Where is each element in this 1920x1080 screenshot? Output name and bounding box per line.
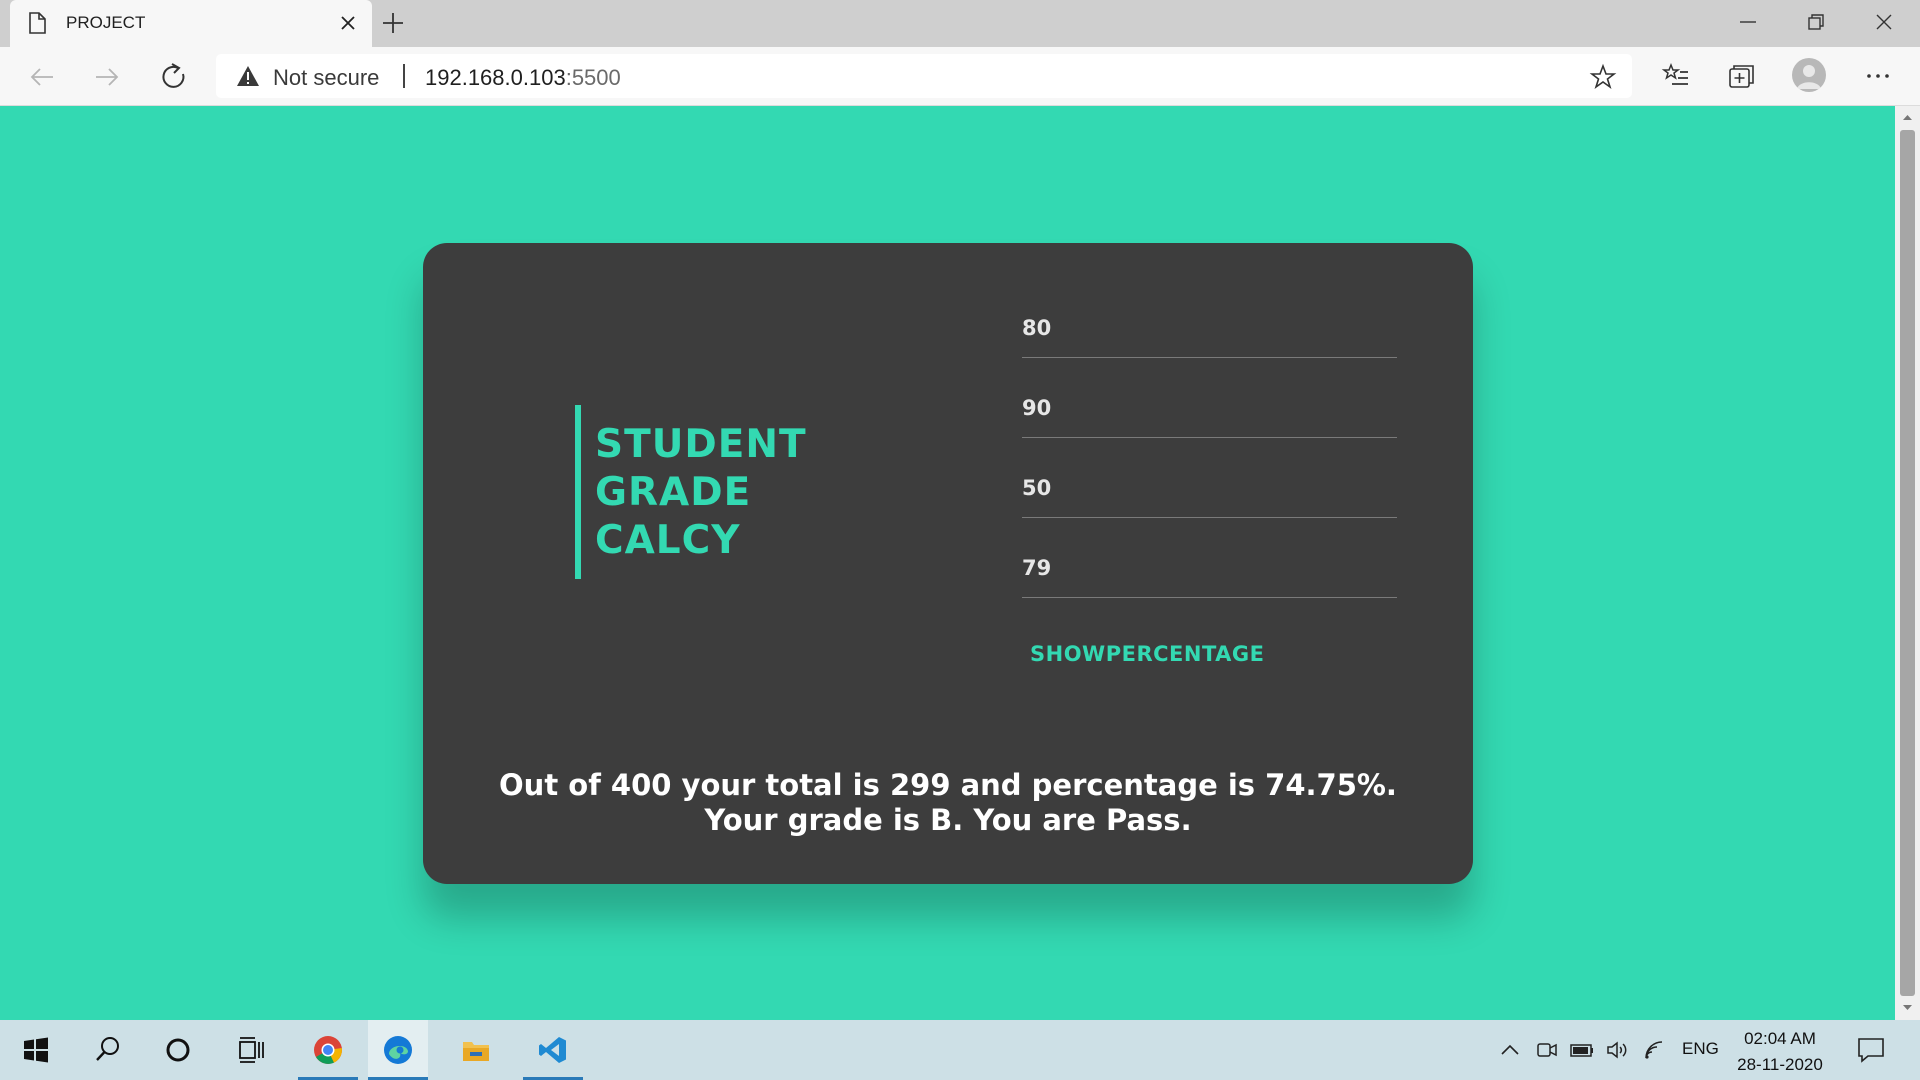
restore-button[interactable] bbox=[1782, 0, 1850, 45]
browser-tab-strip: PROJECT bbox=[0, 0, 1920, 47]
meet-now-icon[interactable] bbox=[1535, 1039, 1559, 1061]
forward-arrow-icon[interactable] bbox=[90, 60, 124, 94]
subject-4-value[interactable]: 79 bbox=[1022, 556, 1051, 580]
security-label[interactable]: Not secure bbox=[273, 65, 379, 91]
input-language[interactable]: ENG bbox=[1682, 1039, 1719, 1059]
folder-icon bbox=[463, 1042, 489, 1061]
subject-3-input[interactable]: 50 bbox=[1022, 462, 1397, 518]
show-percentage-button[interactable]: SHOWPERCENTAGE bbox=[1030, 642, 1264, 666]
warning-icon[interactable] bbox=[236, 65, 260, 87]
browser-tab[interactable]: PROJECT bbox=[10, 0, 372, 47]
page-icon bbox=[29, 12, 46, 34]
more-options-icon[interactable] bbox=[1862, 60, 1894, 92]
clock-date: 28-11-2020 bbox=[1737, 1055, 1823, 1074]
app-heading: STUDENT GRADE CALCY bbox=[575, 405, 807, 579]
scroll-up-icon[interactable] bbox=[1902, 112, 1913, 123]
calculator-card: STUDENT GRADE CALCY 80 90 50 79 SHOWPERC… bbox=[423, 243, 1473, 884]
taskbar: ENG 02:04 AM 28-11-2020 bbox=[0, 1020, 1920, 1080]
start-button[interactable] bbox=[6, 1020, 66, 1080]
restore-icon bbox=[1808, 14, 1824, 30]
windows-logo-icon bbox=[24, 1037, 48, 1063]
collections-icon[interactable] bbox=[1725, 60, 1757, 92]
result-line-total: Out of 400 your total is 299 and percent… bbox=[499, 768, 1397, 802]
heading-line-grade: GRADE bbox=[595, 470, 752, 515]
tab-title: PROJECT bbox=[66, 13, 146, 32]
subject-2-value[interactable]: 90 bbox=[1022, 396, 1051, 420]
scroll-thumb[interactable] bbox=[1900, 130, 1915, 996]
wifi-icon[interactable] bbox=[1643, 1039, 1667, 1061]
heading-line-student: STUDENT bbox=[595, 422, 807, 467]
subject-3-value[interactable]: 50 bbox=[1022, 476, 1051, 500]
close-icon bbox=[1876, 14, 1892, 30]
edge-taskbar-button[interactable] bbox=[368, 1020, 428, 1080]
subject-2-input[interactable]: 90 bbox=[1022, 382, 1397, 438]
close-icon[interactable] bbox=[336, 11, 360, 35]
task-view-button[interactable] bbox=[221, 1020, 281, 1080]
subject-4-input[interactable]: 79 bbox=[1022, 542, 1397, 598]
url-port: :5500 bbox=[565, 65, 621, 90]
address-bar[interactable]: Not secure 192.168.0.103:5500 bbox=[216, 54, 1632, 98]
close-window-button[interactable] bbox=[1850, 0, 1918, 45]
edge-icon bbox=[384, 1036, 412, 1064]
user-icon bbox=[1797, 65, 1821, 89]
task-view-icon bbox=[239, 1037, 264, 1063]
page-viewport: STUDENT GRADE CALCY 80 90 50 79 SHOWPERC… bbox=[0, 106, 1895, 1020]
browser-toolbar: Not secure 192.168.0.103:5500 bbox=[0, 47, 1920, 106]
vscode-icon bbox=[539, 1037, 566, 1063]
favorites-icon[interactable] bbox=[1660, 60, 1692, 92]
url-text[interactable]: 192.168.0.103:5500 bbox=[425, 65, 621, 91]
new-tab-icon[interactable] bbox=[380, 10, 406, 36]
favorite-star-icon[interactable] bbox=[1589, 63, 1617, 91]
notification-center-icon[interactable] bbox=[1856, 1036, 1886, 1064]
battery-icon[interactable] bbox=[1570, 1039, 1594, 1061]
refresh-icon[interactable] bbox=[157, 60, 191, 94]
vscode-taskbar-button[interactable] bbox=[523, 1020, 583, 1080]
heading-line-calcy: CALCY bbox=[595, 518, 741, 563]
back-arrow-icon[interactable] bbox=[25, 60, 59, 94]
address-separator bbox=[403, 64, 405, 88]
cortana-button[interactable] bbox=[148, 1020, 208, 1080]
result-line-grade: Your grade is B. You are Pass. bbox=[704, 803, 1192, 837]
result-message: Out of 400 your total is 299 and percent… bbox=[423, 768, 1473, 838]
subject-1-value[interactable]: 80 bbox=[1022, 316, 1051, 340]
page-scrollbar[interactable] bbox=[1895, 106, 1920, 1020]
minimize-button[interactable] bbox=[1714, 0, 1782, 45]
search-icon bbox=[96, 1037, 119, 1061]
system-clock[interactable]: 02:04 AM 28-11-2020 bbox=[1736, 1026, 1824, 1078]
search-button[interactable] bbox=[78, 1020, 138, 1080]
subject-1-input[interactable]: 80 bbox=[1022, 302, 1397, 358]
file-explorer-taskbar-button[interactable] bbox=[446, 1020, 506, 1080]
minimize-icon bbox=[1740, 21, 1756, 23]
url-host: 192.168.0.103 bbox=[425, 65, 566, 90]
cortana-circle-icon bbox=[166, 1038, 190, 1062]
profile-avatar[interactable] bbox=[1792, 58, 1826, 92]
chrome-taskbar-button[interactable] bbox=[298, 1020, 358, 1080]
clock-time: 02:04 AM bbox=[1744, 1029, 1816, 1048]
volume-icon[interactable] bbox=[1606, 1039, 1630, 1061]
chevron-up-icon[interactable] bbox=[1498, 1039, 1522, 1061]
chrome-icon bbox=[314, 1036, 342, 1064]
scroll-down-icon[interactable] bbox=[1902, 1002, 1913, 1013]
